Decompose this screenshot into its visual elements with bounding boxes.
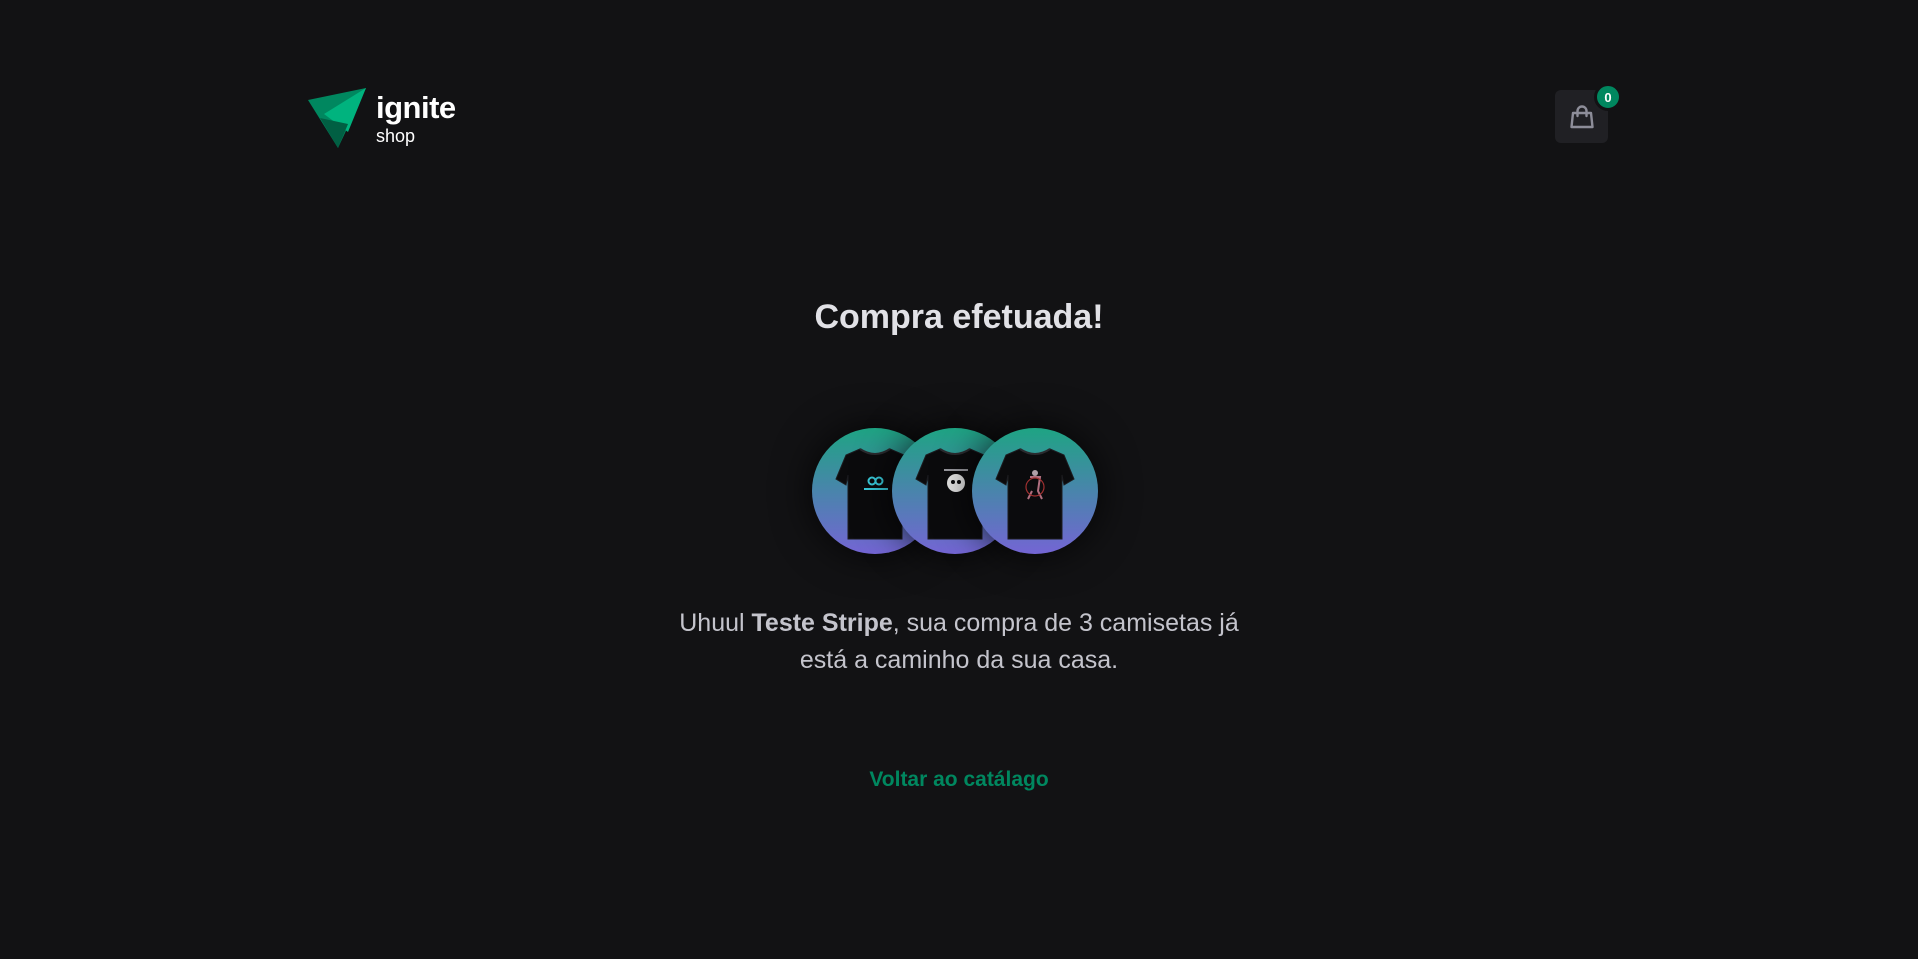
tshirt-icon bbox=[995, 448, 1075, 540]
back-to-catalog-link[interactable]: Voltar ao catálago bbox=[0, 768, 1918, 792]
shopping-bag-icon bbox=[1569, 104, 1594, 128]
customer-name: Teste Stripe bbox=[751, 609, 893, 637]
logo-subtitle: shop bbox=[376, 125, 416, 146]
message-line-2: está a caminho da sua casa. bbox=[799, 646, 1119, 674]
logo-link[interactable]: ignite shop bbox=[308, 88, 456, 148]
message-prefix: Uhuul bbox=[679, 609, 752, 637]
cart-count-badge: 0 bbox=[1594, 83, 1622, 111]
success-message: Uhuul Teste Stripe, sua compra de 3 cami… bbox=[0, 605, 1918, 679]
logo-text: ignite shop bbox=[376, 92, 456, 145]
logo-icon bbox=[308, 88, 366, 148]
logo-title: ignite bbox=[376, 89, 456, 125]
message-line-1: Uhuul Teste Stripe, sua compra de 3 cami… bbox=[0, 605, 1918, 642]
page-title: Compra efetuada! bbox=[814, 298, 1104, 336]
page: ignite shop 0 Compra efetuada! Uhuul Tes… bbox=[0, 0, 1918, 959]
product-image-3 bbox=[972, 428, 1098, 554]
message-suffix: , sua compra de 3 camisetas já bbox=[892, 609, 1239, 637]
product-images bbox=[812, 428, 1106, 554]
